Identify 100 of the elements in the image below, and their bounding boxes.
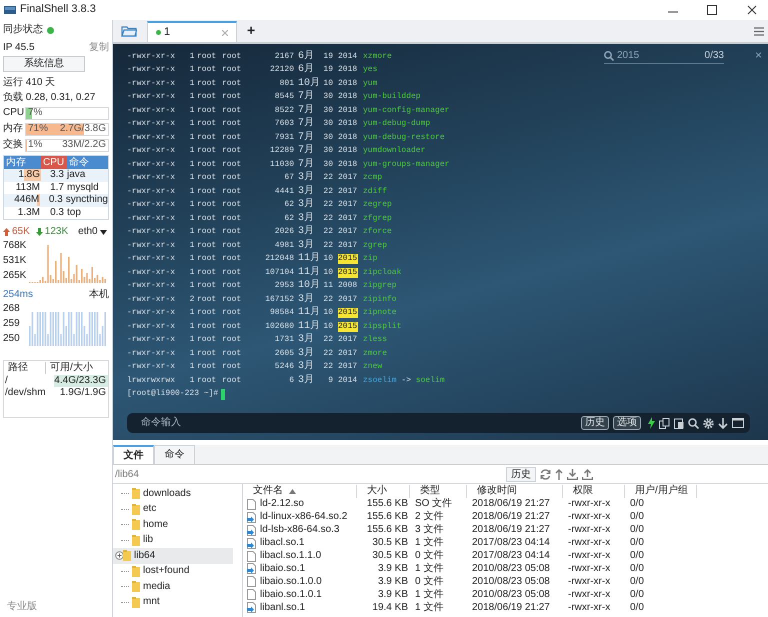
folder-icon[interactable] [121,25,137,37]
terminal-text: root [222,362,242,372]
file-name: zless [362,335,388,346]
ip-address: IP 45.5 [3,42,35,54]
column-header: 路径 [4,362,46,374]
terminal-text: root [222,268,242,278]
column-header[interactable]: 大小 [357,484,410,498]
down-arrow-icon[interactable] [718,418,728,428]
file-row[interactable]: libacl.so.1 30.5 KB 1 文件 2017/08/23 04:14 -rwxr-xr-x 0/0 [243,536,768,550]
session-tab[interactable]: 1 [147,21,237,42]
terminal-text: 7月 [297,158,316,171]
copy-link[interactable]: 复制 [89,42,109,54]
lightning-icon[interactable] [648,417,655,429]
window-icon[interactable] [732,418,744,428]
file-name: zcmp [362,173,382,184]
panel-tab[interactable]: 文件 [113,445,154,464]
cpu-cell-text: 1.7 [49,182,65,194]
tree-item[interactable]: mnt [113,594,242,610]
terminal-text: 2017 [337,240,358,251]
terminal-text: 62 [283,214,294,224]
terminal-text: 22 [322,200,333,210]
file-row[interactable]: libacl.so.1.1.0 30.5 KB 0 文件 2017/08/23 04:14 -rwxr-xr-x 0/0 [243,550,768,562]
history-button[interactable]: 历史 [506,466,536,482]
command-input[interactable]: 命令输入 历史 选项 [127,413,750,433]
terminal-text: 11月 [297,266,320,279]
terminal-text: 3月 [297,334,316,346]
file-row[interactable]: libanl.so.1 19.4 KB 1 文件 2018/06/19 21:27 -rwxr-xr-x 0/0 [243,601,768,614]
terminal-text: 4441 [274,186,294,197]
terminal-text: root [222,254,242,264]
tree-item[interactable]: etc [113,502,242,517]
panel-tab[interactable]: 命令 [154,445,195,464]
tree-item[interactable]: lib [113,532,242,548]
terminal-text: 1 [188,160,196,170]
tree-item[interactable]: lost+found [113,564,242,579]
terminal-text: -rwxr-xr-x [127,214,176,224]
terminal-text: root [222,52,242,62]
terminal-text: 167152 [264,294,294,305]
command-bar-button[interactable]: 历史 [581,416,609,430]
expand-icon[interactable] [115,551,124,560]
tree-item[interactable]: home [113,517,242,532]
new-tab-button[interactable]: + [241,22,262,42]
file-icon [247,589,256,600]
column-header[interactable]: CPU [41,156,67,169]
terminal-text: -rwxr-xr-x [127,132,176,143]
close-search-button[interactable]: × [754,48,762,62]
sync-label: 同步状态 [3,24,43,36]
terminal-text: -rwxr-xr-x [127,240,176,251]
paste-icon[interactable] [674,418,684,428]
caret-icon[interactable] [100,230,107,234]
download-icon[interactable] [567,468,578,480]
command-bar-button[interactable]: 选项 [613,416,641,430]
axis-label: 250 [3,332,21,345]
column-header[interactable]: 类型 [410,484,467,498]
terminal-text: root [197,214,218,224]
terminal-text: 1 [188,200,196,210]
menu-icon[interactable] [754,27,764,36]
column-header[interactable]: 用户/用户组 [625,484,697,498]
terminal-text: lrwxrwxrwx [127,376,176,386]
maximize-icon[interactable] [707,5,717,15]
file-row[interactable]: ld-2.12.so 155.6 KB SO 文件 2018/06/19 21:27 -rwxr-xr-x 0/0 [243,498,768,511]
tree-item[interactable]: lib64 [113,548,233,564]
upload-icon[interactable] [582,468,593,480]
refresh-icon[interactable] [540,468,551,480]
system-info-button[interactable]: 系统信息 [3,56,85,72]
path-field[interactable]: /lib64 [113,466,502,482]
file-row[interactable]: libaio.so.1 3.9 KB 1 文件 2010/08/23 05:08 -rwxr-xr-x 0/0 [243,562,768,576]
terminal-text: root [222,200,242,210]
tree-item[interactable]: media [113,579,242,594]
terminal-text: 2605 [274,348,294,359]
terminal-text: root [197,268,218,278]
terminal-text: 11月 [297,320,320,333]
search-highlight: 2015 [338,268,358,278]
terminal-text: root [222,348,242,359]
search-field[interactable]: 2015 0/33 [604,48,724,64]
axis-label: 531K [3,254,28,267]
up-arrow-icon[interactable] [555,468,563,480]
column-header[interactable]: 文件名 [243,484,357,498]
column-header[interactable]: 内存 [4,156,41,169]
copy-icon[interactable] [659,418,670,428]
disk-row[interactable]: /dev/shm 1.9G/1.9G [4,387,108,399]
download-speed: 123K [44,226,68,238]
terminal-text: 9 [327,376,333,386]
file-row[interactable]: ld-linux-x86-64.so.2 155.6 KB 2 文件 2018/06/19 21:27 -rwxr-xr-x 0/0 [243,510,768,524]
file-row[interactable]: ld-lsb-x86-64.so.3 155.6 KB 3 文件 2018/06/19 21:27 -rwxr-xr-x 0/0 [243,524,768,537]
gear-icon[interactable] [703,418,714,428]
terminal-text: 8545 [274,92,294,102]
column-header[interactable]: 权限 [563,484,625,498]
file-row[interactable]: libaio.so.1.0.1 3.9 KB 1 文件 2010/08/23 05:08 -rwxr-xr-x 0/0 [243,588,768,602]
close-icon[interactable] [747,5,757,15]
tree-item[interactable]: downloads [113,486,242,502]
file-row[interactable]: libaio.so.1.0.0 3.9 KB 0 文件 2010/08/23 05:08 -rwxr-xr-x 0/0 [243,575,768,588]
terminal-text: 2017 [337,214,358,224]
column-header[interactable]: 命令 [67,156,108,169]
terminal-text: root [197,78,218,89]
interface-dropdown[interactable]: eth0 [78,226,98,238]
column-header[interactable]: 修改时间 [467,484,563,498]
terminal-text: root [222,227,242,238]
axis-label: 268 [3,303,21,316]
terminal-text: root [197,335,218,346]
search-icon[interactable] [688,418,699,428]
